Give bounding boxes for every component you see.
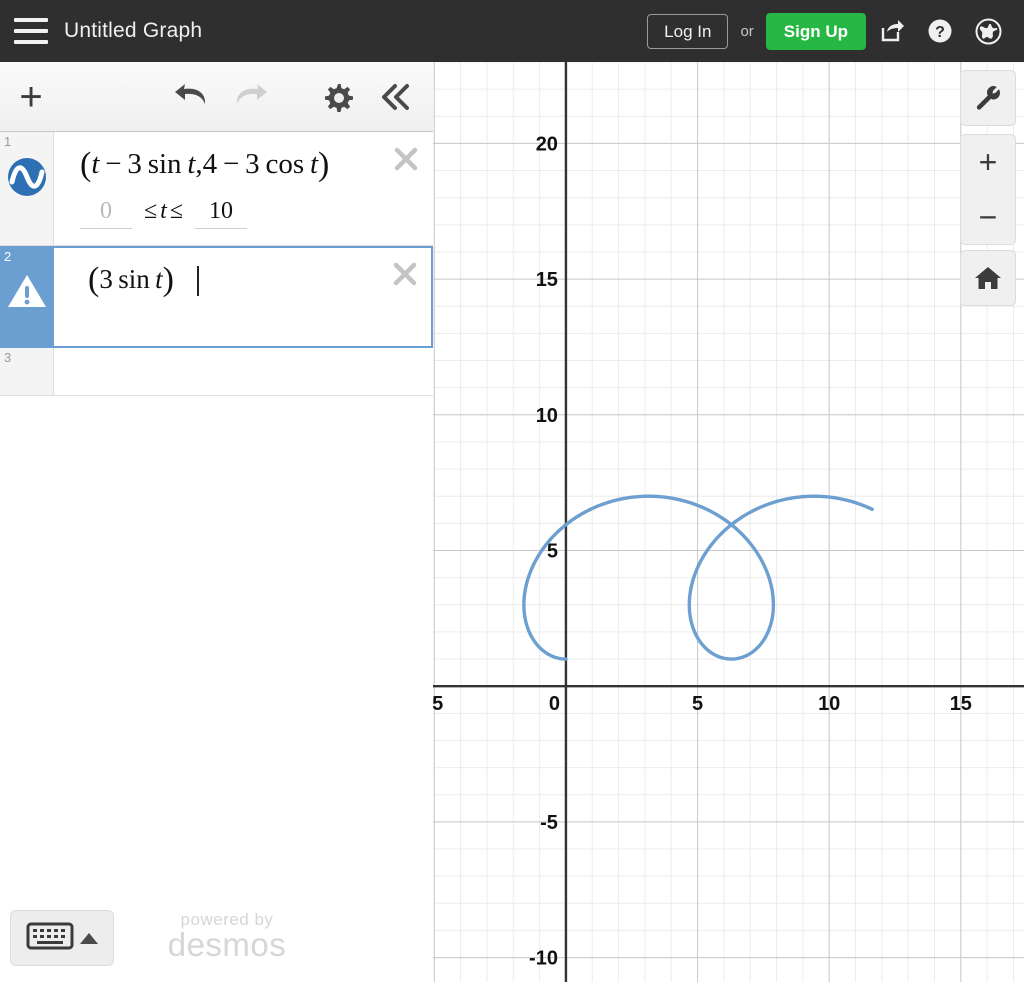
login-button[interactable]: Log In bbox=[647, 13, 729, 49]
expression-list: 1 (t − 3 sin t,4 − 3 cos t) 0 ≤ t ≤ 10 2… bbox=[0, 132, 433, 982]
row-number: 1 bbox=[4, 134, 12, 149]
or-label: or bbox=[740, 22, 754, 40]
caret-up-icon bbox=[80, 932, 98, 944]
hamburger-menu-icon[interactable] bbox=[14, 18, 48, 44]
navbar-actions: Log In or Sign Up ? bbox=[647, 0, 1024, 62]
keyboard-toggle-button[interactable] bbox=[10, 910, 114, 966]
add-expression-button[interactable]: + bbox=[0, 62, 62, 131]
gear-icon[interactable] bbox=[309, 62, 367, 131]
numerator-open-paren: ( bbox=[88, 261, 100, 298]
collapse-panel-button[interactable] bbox=[367, 62, 425, 131]
help-icon[interactable]: ? bbox=[918, 9, 962, 53]
y-coef: 3 bbox=[245, 148, 260, 180]
x-tick-label: 10 bbox=[818, 693, 840, 715]
domain-relation: ≤ t ≤ bbox=[144, 198, 183, 225]
expression-toolbar: + bbox=[0, 62, 433, 132]
row-number: 2 bbox=[4, 249, 12, 264]
redo-arrow-icon[interactable] bbox=[222, 62, 278, 131]
expression-1-domain[interactable]: 0 ≤ t ≤ 10 bbox=[80, 198, 393, 229]
close-paren: ) bbox=[318, 146, 330, 183]
desmos-wordmark: desmos bbox=[167, 926, 287, 963]
globe-icon[interactable] bbox=[966, 9, 1010, 53]
x-tick-label: 0 bbox=[549, 693, 560, 715]
page-title[interactable]: Untitled Graph bbox=[64, 19, 202, 43]
signup-button[interactable]: Sign Up bbox=[765, 12, 866, 50]
x-coef: 3 bbox=[127, 148, 142, 180]
graph-svg[interactable]: -50510152015105-5-10 bbox=[433, 62, 1024, 982]
relation-right: ≤ bbox=[169, 198, 184, 224]
domain-variable: t bbox=[160, 198, 167, 224]
row-1-gutter[interactable]: 1 bbox=[0, 132, 54, 245]
x-tick-label: -5 bbox=[433, 693, 443, 715]
y-const: 4 bbox=[202, 148, 218, 180]
text-cursor bbox=[197, 266, 200, 297]
expression-row-2[interactable]: 2 (3 sin t) bbox=[0, 246, 433, 348]
y-tick-label: -10 bbox=[529, 948, 558, 970]
close-x-icon[interactable] bbox=[391, 144, 421, 174]
y-tick-label: 10 bbox=[536, 405, 558, 427]
domain-lower-input[interactable]: 0 bbox=[80, 198, 132, 229]
share-icon[interactable] bbox=[870, 9, 914, 53]
graph-canvas[interactable]: -50510152015105-5-10 + − bbox=[433, 62, 1024, 982]
row-3-gutter[interactable]: 3 bbox=[0, 348, 54, 395]
y-func: cos bbox=[265, 148, 305, 180]
row-1-body[interactable]: (t − 3 sin t,4 − 3 cos t) 0 ≤ t ≤ 10 bbox=[54, 132, 433, 245]
undo-arrow-icon[interactable] bbox=[162, 62, 222, 131]
expression-row-3[interactable]: 3 bbox=[0, 348, 433, 396]
zoom-in-button[interactable]: + bbox=[960, 134, 1016, 190]
numerator-arg: t bbox=[155, 264, 163, 294]
row-number: 3 bbox=[4, 350, 12, 365]
sine-wave-color-swatch-icon[interactable] bbox=[6, 156, 48, 203]
open-paren: ( bbox=[80, 146, 92, 183]
fraction: (3 sin t) bbox=[80, 261, 207, 299]
keyboard-bar: powered by desmos bbox=[0, 896, 433, 982]
desmos-branding: powered by desmos bbox=[152, 910, 302, 964]
home-icon bbox=[974, 265, 1002, 291]
x-tick-label: 5 bbox=[692, 693, 703, 715]
graph-settings-button[interactable] bbox=[960, 70, 1016, 126]
row-3-body[interactable] bbox=[54, 348, 433, 395]
numerator-coef: 3 bbox=[99, 264, 113, 294]
x-tick-label: 15 bbox=[950, 693, 972, 715]
close-x-icon[interactable] bbox=[390, 259, 420, 289]
expression-panel: + 1 (t − 3 sin t,4 − 3 cos t) 0 ≤ t ≤ 10… bbox=[0, 62, 433, 982]
row-2-body[interactable]: (3 sin t) bbox=[54, 247, 432, 347]
comma: , bbox=[195, 148, 203, 180]
x-minus: − bbox=[105, 148, 122, 180]
numerator-func: sin bbox=[118, 264, 150, 294]
y-tick-label: 15 bbox=[536, 269, 558, 291]
svg-text:?: ? bbox=[935, 24, 945, 41]
keyboard-icon bbox=[26, 921, 74, 956]
tick-labels: -50510152015105-5-10 bbox=[433, 133, 972, 969]
fraction-denominator[interactable] bbox=[189, 257, 207, 297]
expression-1-math: (t − 3 sin t,4 − 3 cos t) bbox=[80, 146, 393, 184]
domain-upper-input[interactable]: 10 bbox=[195, 198, 248, 229]
default-viewport-button[interactable] bbox=[960, 250, 1016, 306]
warning-triangle-icon[interactable] bbox=[6, 271, 48, 316]
relation-left: ≤ bbox=[144, 198, 158, 224]
y-arg: t bbox=[309, 148, 318, 180]
y-tick-label: -5 bbox=[540, 812, 558, 834]
numerator-close-paren: ) bbox=[162, 261, 174, 298]
row-2-gutter[interactable]: 2 bbox=[0, 247, 54, 347]
x-var: t bbox=[91, 148, 100, 180]
expression-2-math: (3 sin t) bbox=[80, 261, 392, 299]
expression-row-1[interactable]: 1 (t − 3 sin t,4 − 3 cos t) 0 ≤ t ≤ 10 bbox=[0, 132, 433, 246]
x-func: sin bbox=[147, 148, 182, 180]
top-navbar: Untitled Graph Log In or Sign Up ? bbox=[0, 0, 1024, 62]
minus-icon: − bbox=[978, 198, 998, 235]
zoom-out-button[interactable]: − bbox=[960, 189, 1016, 245]
fraction-numerator: (3 sin t) bbox=[80, 261, 182, 298]
wrench-icon bbox=[974, 84, 1002, 112]
plus-icon: + bbox=[978, 144, 998, 180]
desmos-app: Untitled Graph Log In or Sign Up ? + 1 (… bbox=[0, 0, 1024, 982]
y-minus: − bbox=[222, 148, 240, 180]
y-tick-label: 20 bbox=[536, 133, 558, 155]
